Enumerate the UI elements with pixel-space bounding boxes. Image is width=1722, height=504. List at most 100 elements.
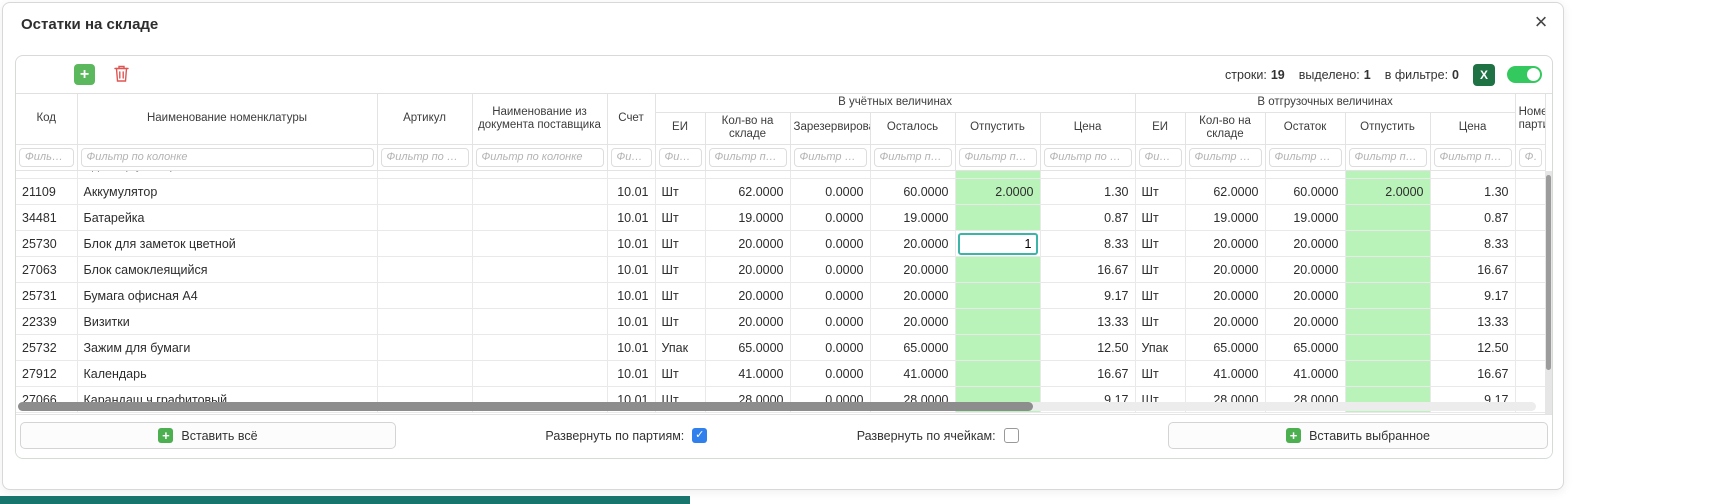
cell-price: 8.33 <box>1040 231 1135 257</box>
cell-dispatch[interactable] <box>955 361 1040 387</box>
cell-unit2: Шт <box>1135 257 1185 283</box>
cell-dispatch2[interactable] <box>1345 171 1430 179</box>
cell-dispatch2[interactable] <box>1345 335 1430 361</box>
cell-remaining: 19.0000 <box>870 205 955 231</box>
cell-dispatch[interactable] <box>955 335 1040 361</box>
cell-remaining2: 60.0000 <box>1265 179 1345 205</box>
expand-cells-checkbox[interactable] <box>1004 428 1019 443</box>
filter-input-qty[interactable] <box>709 148 787 167</box>
filter-input-remaining2[interactable] <box>1269 148 1342 167</box>
rows-count-label: строки: <box>1225 68 1267 82</box>
cell-dispatch2[interactable] <box>1345 283 1430 309</box>
cell-dispatch[interactable] <box>955 309 1040 335</box>
cell-batch <box>1515 171 1545 179</box>
filter-input-batch[interactable] <box>1519 148 1542 167</box>
vertical-scrollbar-thumb[interactable] <box>1546 175 1551 370</box>
table-row[interactable]: 27912 Календарь 10.01 Шт 41.0000 0.0000 … <box>16 361 1545 387</box>
toggle-switch[interactable] <box>1507 66 1542 83</box>
col-header-qty[interactable]: Кол-во на складе <box>705 112 790 144</box>
selected-count-label: выделено: <box>1299 68 1360 82</box>
dispatch-edit-input[interactable] <box>958 233 1038 255</box>
insert-selected-button[interactable]: + Вставить выбранное <box>1168 422 1548 449</box>
insert-all-button[interactable]: + Вставить всё <box>20 422 396 449</box>
table-row[interactable]: 22339 Визитки 10.01 Шт 20.0000 0.0000 20… <box>16 309 1545 335</box>
filter-input-account[interactable] <box>611 148 652 167</box>
col-header-articul[interactable]: Артикул <box>377 94 472 144</box>
cell-code: 22339 <box>16 309 77 335</box>
filter-input-reserved[interactable] <box>794 148 867 167</box>
vertical-scrollbar[interactable] <box>1545 171 1552 414</box>
delete-row-button[interactable] <box>113 64 130 86</box>
cell-qty: 20.0000 <box>705 231 790 257</box>
col-header-unit2[interactable]: ЕИ <box>1135 112 1185 144</box>
cell-dispatch2[interactable] <box>1345 257 1430 283</box>
cell-dispatch[interactable] <box>955 257 1040 283</box>
table-stats: строки:19 выделено:1 в фильтре:0 <box>1225 68 1459 82</box>
col-header-unit[interactable]: ЕИ <box>655 112 705 144</box>
cell-batch <box>1515 283 1545 309</box>
group-header-shipping: В отгрузочных величинах <box>1135 94 1515 112</box>
cell-dispatch2[interactable] <box>1345 205 1430 231</box>
filter-input-name[interactable] <box>81 148 374 167</box>
col-header-code[interactable]: Код <box>16 94 77 144</box>
cell-dispatch2[interactable] <box>1345 361 1430 387</box>
horizontal-scrollbar-thumb[interactable] <box>18 402 1033 411</box>
filter-input-price2[interactable] <box>1434 148 1512 167</box>
filter-input-unit[interactable] <box>659 148 702 167</box>
cell-doc-name <box>472 171 607 179</box>
excel-export-button[interactable]: X <box>1473 64 1495 86</box>
trash-icon <box>113 71 130 86</box>
filter-input-unit2[interactable] <box>1139 148 1182 167</box>
close-icon[interactable]: × <box>1529 10 1553 34</box>
table-row[interactable]: 21109 Аккумулятор 10.01 Шт 62.0000 0.000… <box>16 179 1545 205</box>
col-header-price[interactable]: Цена <box>1040 112 1135 144</box>
cell-dispatch[interactable] <box>955 283 1040 309</box>
cell-price: 12.50 <box>1040 335 1135 361</box>
cell-reserved: 0.0000 <box>790 179 870 205</box>
cell-dispatch2[interactable]: 2.0000 <box>1345 179 1430 205</box>
table-row[interactable]: 21144 Адаптер универсальный 10.01 Шт 5 6… <box>16 171 1545 179</box>
cell-doc-name <box>472 361 607 387</box>
cell-dispatch[interactable] <box>955 171 1040 179</box>
filter-input-qty2[interactable] <box>1189 148 1262 167</box>
cell-dispatch[interactable] <box>955 205 1040 231</box>
cell-name: Блок для заметок цветной <box>77 231 377 257</box>
filter-input-code[interactable] <box>19 148 74 167</box>
table-row[interactable]: 25732 Зажим для бумаги 10.01 Упак 65.000… <box>16 335 1545 361</box>
cell-batch <box>1515 231 1545 257</box>
col-header-price2[interactable]: Цена <box>1430 112 1515 144</box>
col-header-remaining[interactable]: Осталось <box>870 112 955 144</box>
filter-input-price[interactable] <box>1044 148 1132 167</box>
cell-dispatch[interactable]: 2.0000 <box>955 179 1040 205</box>
table-row[interactable]: 27063 Блок самоклеящийся 10.01 Шт 20.000… <box>16 257 1545 283</box>
col-header-dispatch[interactable]: Отпустить <box>955 112 1040 144</box>
table-row[interactable]: 34481 Батарейка 10.01 Шт 19.0000 0.0000 … <box>16 205 1545 231</box>
plus-icon: + <box>158 428 173 443</box>
col-header-remaining2[interactable]: Остаток <box>1265 112 1345 144</box>
col-header-qty2[interactable]: Кол-во на складе <box>1185 112 1265 144</box>
cell-name: Зажим для бумаги <box>77 335 377 361</box>
cell-unit: Шт <box>655 257 705 283</box>
filter-input-doc-name[interactable] <box>476 148 604 167</box>
col-header-batch[interactable]: Номер партии <box>1515 94 1545 144</box>
col-header-doc-name[interactable]: Наименование из документа поставщика <box>472 94 607 144</box>
expand-batches-checkbox[interactable]: ✓ <box>692 428 707 443</box>
filter-input-remaining[interactable] <box>874 148 952 167</box>
table-row[interactable]: 25731 Бумага офисная А4 10.01 Шт 20.0000… <box>16 283 1545 309</box>
col-header-account[interactable]: Счет <box>607 94 655 144</box>
horizontal-scrollbar[interactable] <box>18 402 1536 411</box>
col-header-dispatch2[interactable]: Отпустить <box>1345 112 1430 144</box>
filter-input-dispatch2[interactable] <box>1349 148 1427 167</box>
col-header-reserved[interactable]: Зарезервировано <box>790 112 870 144</box>
col-header-name[interactable]: Наименование номенклатуры <box>77 94 377 144</box>
cell-dispatch2[interactable] <box>1345 309 1430 335</box>
filter-input-articul[interactable] <box>381 148 469 167</box>
cell-name: Календарь <box>77 361 377 387</box>
add-row-button[interactable]: + <box>74 64 95 85</box>
filter-input-dispatch[interactable] <box>959 148 1037 167</box>
table-body-viewport[interactable]: 21144 Адаптер универсальный 10.01 Шт 5 6… <box>16 171 1552 414</box>
table-row[interactable]: 25730 Блок для заметок цветной 10.01 Шт … <box>16 231 1545 257</box>
cell-dispatch[interactable] <box>955 231 1040 257</box>
cell-batch <box>1515 309 1545 335</box>
cell-dispatch2[interactable] <box>1345 231 1430 257</box>
